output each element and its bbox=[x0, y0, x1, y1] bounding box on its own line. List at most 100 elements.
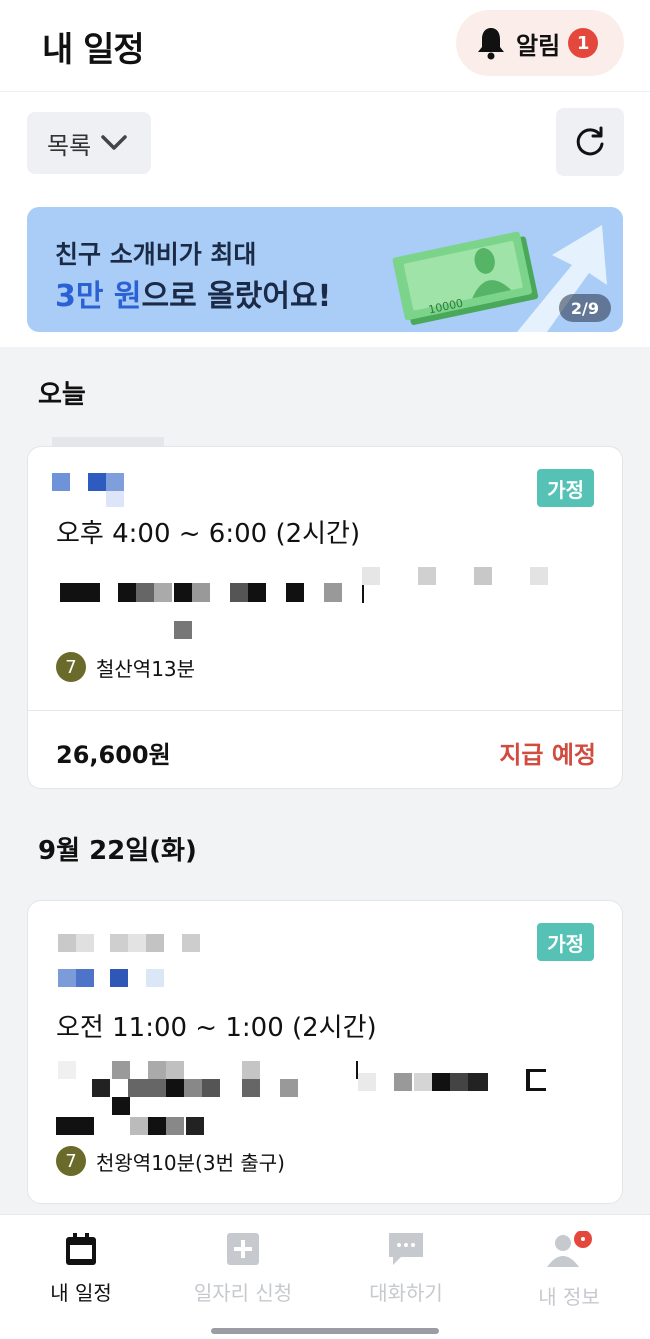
pay-status: 지급 예정 bbox=[499, 741, 596, 769]
redacted-pixel bbox=[112, 1061, 130, 1079]
tab-label: 일자리 신청 bbox=[193, 1281, 293, 1305]
redacted-pixel bbox=[414, 1073, 432, 1091]
schedule-card[interactable]: 가정 오전 11:00 ~ 1:00 (2시간) 7 천왕역10분(3번 출구) bbox=[27, 900, 623, 1204]
station-label: 철산역13분 bbox=[96, 656, 196, 681]
redacted-pixel bbox=[112, 1097, 130, 1115]
view-mode-dropdown[interactable]: 목록 bbox=[27, 112, 151, 174]
redacted-pixel bbox=[148, 1117, 166, 1135]
station-info: 7 천왕역10분(3번 출구) bbox=[56, 1146, 285, 1176]
banner-line1: 친구 소개비가 최대 bbox=[55, 240, 257, 269]
alarm-button[interactable]: 알림 1 bbox=[456, 10, 624, 76]
redacted-pixel bbox=[60, 583, 100, 602]
redacted-pixel bbox=[136, 583, 154, 602]
redacted-pixel bbox=[128, 934, 146, 952]
toolbar: 목록 친구 소개비가 최대 3만 원으로 올랐어요! 10000 2/9 bbox=[0, 92, 650, 347]
redacted-pixel bbox=[106, 473, 124, 491]
redacted-pixel bbox=[128, 1079, 166, 1097]
redacted-pixel bbox=[88, 473, 106, 491]
tab-my-schedule[interactable]: 내 일정 bbox=[0, 1215, 162, 1315]
banner-line2: 3만 원으로 올랐어요! bbox=[55, 271, 331, 315]
bottom-tab-bar: 내 일정 일자리 신청 대화하기 내 정보 bbox=[0, 1214, 650, 1339]
chevron-down-icon bbox=[101, 135, 127, 150]
redacted-pixel bbox=[56, 1117, 94, 1135]
redacted-pixel bbox=[242, 1079, 260, 1097]
redacted-pixel bbox=[186, 1117, 204, 1135]
redacted-pixel bbox=[362, 567, 380, 585]
station-info: 7 철산역13분 bbox=[56, 652, 195, 682]
redacted-pixel bbox=[394, 1073, 412, 1091]
redacted-pixel bbox=[230, 583, 248, 602]
banner-highlight: 3만 원 bbox=[55, 279, 142, 314]
tab-my-info[interactable]: 내 정보 bbox=[488, 1215, 650, 1315]
refresh-button[interactable] bbox=[556, 108, 624, 176]
redacted-pixel bbox=[474, 567, 492, 585]
pay-amount: 26,600원 bbox=[56, 741, 171, 769]
promo-banner[interactable]: 친구 소개비가 최대 3만 원으로 올랐어요! 10000 2/9 bbox=[27, 207, 623, 332]
redacted-pixel bbox=[468, 1073, 488, 1091]
redacted-pixel bbox=[110, 969, 128, 987]
tab-chat[interactable]: 대화하기 bbox=[325, 1215, 487, 1315]
subway-line-7-icon: 7 bbox=[56, 1146, 86, 1176]
redacted-pixel bbox=[174, 621, 192, 639]
redacted-pixel bbox=[182, 934, 200, 952]
redacted-pixel bbox=[432, 1073, 450, 1091]
redacted-pixel bbox=[174, 583, 192, 602]
home-indicator bbox=[211, 1328, 439, 1334]
redacted-pixel bbox=[324, 583, 342, 602]
schedule-time: 오전 11:00 ~ 1:00 (2시간) bbox=[56, 1013, 377, 1043]
redacted-pixel bbox=[106, 491, 124, 507]
app-header: 내 일정 알림 1 bbox=[0, 0, 650, 92]
schedule-time: 오후 4:00 ~ 6:00 (2시간) bbox=[56, 519, 361, 549]
redacted-pixel bbox=[146, 969, 164, 987]
redacted-pixel bbox=[418, 567, 436, 585]
redacted-pixel bbox=[202, 1079, 220, 1097]
tab-label: 대화하기 bbox=[369, 1281, 443, 1305]
redacted-pixel bbox=[148, 1061, 166, 1079]
subway-line-7-icon: 7 bbox=[56, 652, 86, 682]
tab-label: 내 정보 bbox=[538, 1285, 600, 1309]
user-icon bbox=[547, 1231, 592, 1267]
redacted-pixel bbox=[118, 583, 136, 602]
view-mode-label: 목록 bbox=[47, 131, 92, 160]
section-title-today: 오늘 bbox=[38, 380, 86, 410]
section-title-date: 9월 22일(화) bbox=[38, 836, 197, 866]
refresh-icon bbox=[576, 126, 604, 156]
job-type-tag: 가정 bbox=[537, 923, 594, 961]
redacted-pixel bbox=[146, 934, 164, 952]
tab-label: 내 일정 bbox=[50, 1281, 112, 1305]
redacted-pixel bbox=[242, 1061, 260, 1079]
redacted-pixel bbox=[526, 1069, 546, 1091]
card-footer: 26,600원 지급 예정 bbox=[28, 710, 622, 788]
redacted-pixel bbox=[58, 1061, 76, 1079]
redacted-pixel bbox=[184, 1079, 202, 1097]
redacted-pixel bbox=[166, 1117, 184, 1135]
plus-icon bbox=[227, 1233, 259, 1265]
redacted-pixel bbox=[52, 473, 70, 491]
bell-icon bbox=[478, 28, 504, 60]
redacted-pixel bbox=[76, 969, 94, 987]
banner-line2-rest: 으로 올랐어요! bbox=[141, 279, 332, 314]
redacted-pixel bbox=[166, 1061, 184, 1079]
redacted-pixel bbox=[130, 1117, 148, 1135]
schedule-card[interactable]: 가정 오후 4:00 ~ 6:00 (2시간) 7 철산역13분 26,600원… bbox=[27, 446, 623, 789]
redacted-pixel bbox=[286, 583, 304, 602]
redacted-pixel bbox=[248, 583, 266, 602]
alarm-count-badge: 1 bbox=[568, 28, 599, 58]
redacted-pixel bbox=[110, 934, 128, 952]
station-label: 천왕역10분(3번 출구) bbox=[96, 1150, 285, 1175]
alarm-label: 알림 bbox=[516, 31, 561, 60]
tab-job-apply[interactable]: 일자리 신청 bbox=[162, 1215, 324, 1315]
redacted-pixel bbox=[58, 934, 76, 952]
redacted-pixel bbox=[530, 567, 548, 585]
redacted-pixel bbox=[58, 969, 76, 987]
redacted-pixel bbox=[92, 1079, 110, 1097]
banner-page-indicator: 2/9 bbox=[558, 294, 611, 322]
calendar-icon bbox=[66, 1233, 96, 1265]
redacted-pixel bbox=[76, 934, 94, 952]
redacted-pixel bbox=[154, 583, 172, 602]
redacted-pixel bbox=[192, 583, 210, 602]
page-title: 내 일정 bbox=[42, 30, 145, 70]
chat-icon bbox=[389, 1233, 423, 1265]
redacted-pixel bbox=[450, 1073, 468, 1091]
redacted-pixel bbox=[280, 1079, 298, 1097]
